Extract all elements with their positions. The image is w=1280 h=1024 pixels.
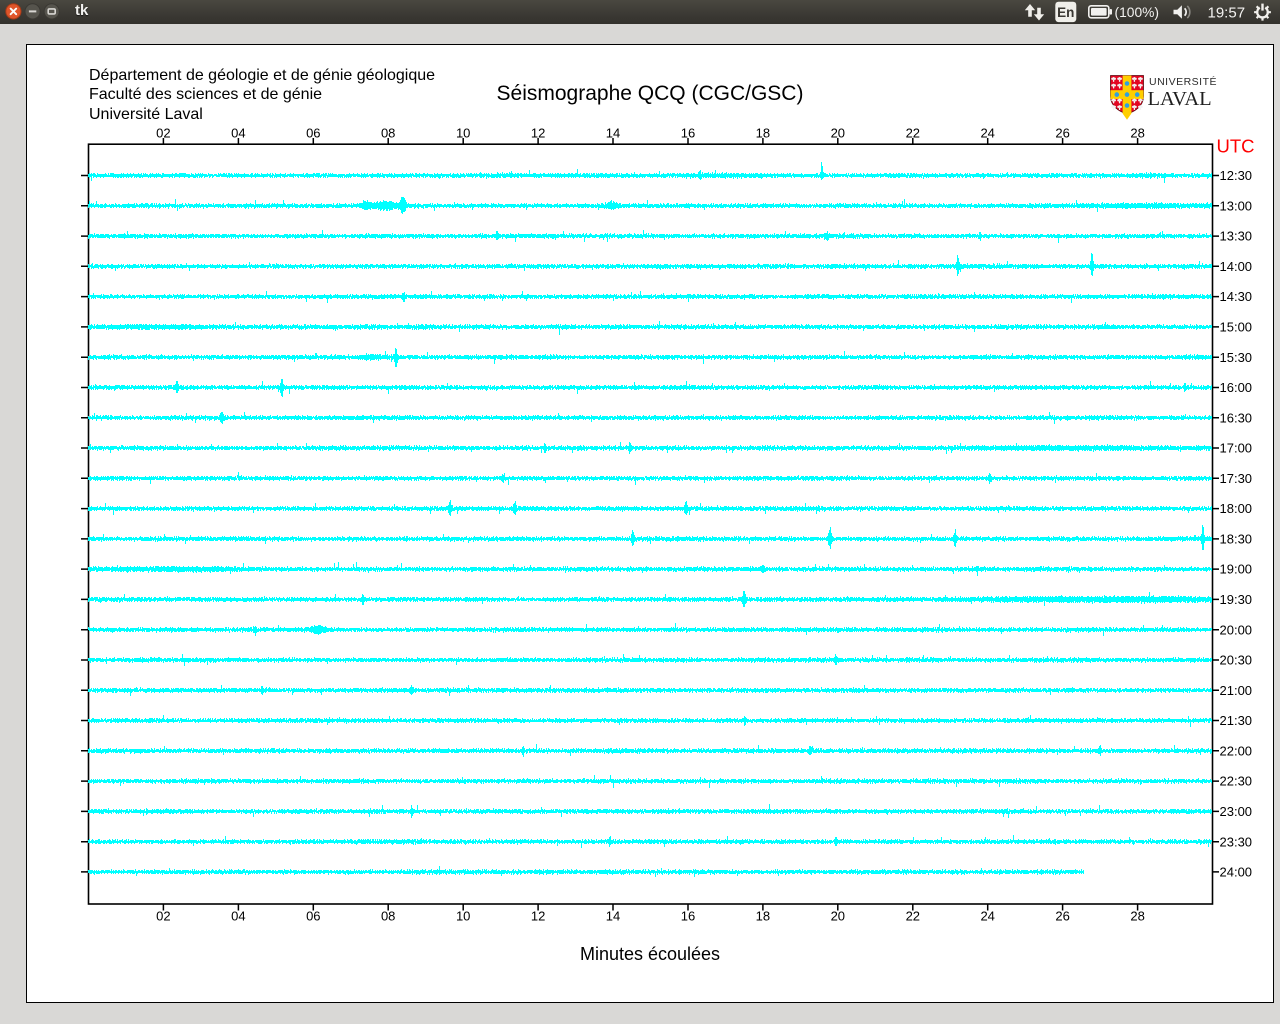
svg-text:28: 28 [1130,126,1144,141]
svg-text:23:30: 23:30 [1220,834,1253,849]
svg-text:12: 12 [531,126,545,141]
svg-text:02: 02 [156,126,170,141]
svg-text:14: 14 [606,126,620,141]
svg-text:22:30: 22:30 [1220,774,1253,789]
svg-text:24:00: 24:00 [1220,865,1253,880]
svg-text:16:30: 16:30 [1220,410,1253,425]
svg-text:24: 24 [980,909,994,924]
svg-text:10: 10 [456,126,470,141]
svg-text:12: 12 [531,909,545,924]
svg-text:26: 26 [1055,909,1069,924]
svg-text:20: 20 [831,126,845,141]
svg-text:21:30: 21:30 [1220,713,1253,728]
svg-text:17:00: 17:00 [1220,441,1253,456]
svg-text:21:00: 21:00 [1220,683,1253,698]
svg-text:24: 24 [980,126,994,141]
svg-text:17:30: 17:30 [1220,471,1253,486]
svg-text:08: 08 [381,909,395,924]
svg-text:04: 04 [231,126,245,141]
svg-text:15:00: 15:00 [1220,320,1253,335]
svg-text:19:00: 19:00 [1220,562,1253,577]
svg-text:26: 26 [1055,126,1069,141]
svg-text:06: 06 [306,126,320,141]
svg-text:16: 16 [681,126,695,141]
svg-text:20:00: 20:00 [1220,622,1253,637]
svg-text:16: 16 [681,909,695,924]
svg-text:18: 18 [756,909,770,924]
svg-text:20: 20 [831,909,845,924]
svg-text:13:30: 13:30 [1220,229,1253,244]
svg-text:18:30: 18:30 [1220,532,1253,547]
svg-text:18: 18 [756,126,770,141]
svg-text:13:00: 13:00 [1220,198,1253,213]
svg-text:22: 22 [906,909,920,924]
svg-text:28: 28 [1130,909,1144,924]
svg-text:14: 14 [606,909,620,924]
svg-text:12:30: 12:30 [1220,168,1253,183]
svg-text:14:00: 14:00 [1220,259,1253,274]
svg-text:19:30: 19:30 [1220,592,1253,607]
svg-text:08: 08 [381,126,395,141]
svg-text:16:00: 16:00 [1220,380,1253,395]
svg-text:23:00: 23:00 [1220,804,1253,819]
svg-text:02: 02 [156,909,170,924]
svg-text:18:00: 18:00 [1220,501,1253,516]
svg-text:22:00: 22:00 [1220,743,1253,758]
svg-text:06: 06 [306,909,320,924]
svg-text:UNIVERSITÉ: UNIVERSITÉ [1149,75,1217,88]
svg-text:15:30: 15:30 [1220,350,1253,365]
svg-text:20:30: 20:30 [1220,653,1253,668]
svg-text:UTC: UTC [1217,136,1255,157]
svg-text:04: 04 [231,909,245,924]
svg-text:LAVAL: LAVAL [1148,88,1212,110]
svg-text:10: 10 [456,909,470,924]
svg-text:22: 22 [906,126,920,141]
svg-text:14:30: 14:30 [1220,289,1253,304]
